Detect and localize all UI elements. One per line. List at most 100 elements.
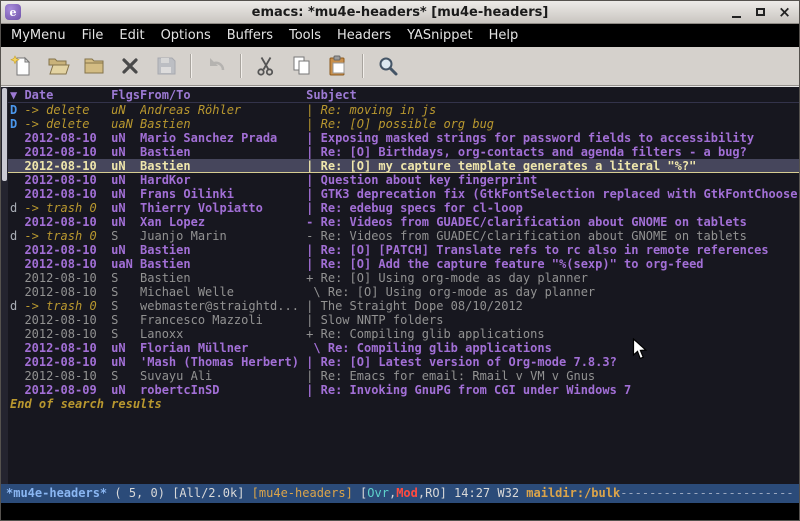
date-cell: 2012-08-10 bbox=[24, 187, 111, 201]
undo-button bbox=[201, 51, 231, 81]
menu-mymenu[interactable]: MyMenu bbox=[3, 24, 74, 47]
message-list: D-> deleteuNAndreas Röhler| Re: moving i… bbox=[1, 103, 799, 397]
mark-cell bbox=[10, 271, 24, 285]
cut-button[interactable] bbox=[251, 51, 281, 81]
message-row[interactable]: 2012-08-10SSuvayu Ali| Re: Emacs for ema… bbox=[1, 369, 799, 383]
minimize-button[interactable] bbox=[726, 4, 747, 21]
menu-buffers[interactable]: Buffers bbox=[219, 24, 281, 47]
tool-bar bbox=[1, 47, 799, 86]
flags-cell: uN bbox=[111, 243, 140, 257]
message-row[interactable]: 2012-08-10uNBastien| Re: [O] my capture … bbox=[1, 159, 799, 173]
echo-area[interactable] bbox=[1, 503, 799, 520]
mark-cell bbox=[10, 355, 24, 369]
date-cell: 2012-08-10 bbox=[24, 341, 111, 355]
mode-line: *mu4e-headers* ( 5, 0) [All/2.0k] [mu4e-… bbox=[1, 484, 799, 503]
from-cell: Bastien bbox=[140, 159, 306, 172]
message-row[interactable]: 2012-08-10uNFrans Oilinki| GTK3 deprecat… bbox=[1, 187, 799, 201]
message-row[interactable]: 2012-08-10uNHardKor| Question about key … bbox=[1, 173, 799, 187]
menu-options[interactable]: Options bbox=[153, 24, 219, 47]
subject-cell: | Re: moving in js bbox=[306, 103, 799, 117]
message-row[interactable]: 2012-08-10uNBastien| Re: [O] Birthdays, … bbox=[1, 145, 799, 159]
mark-cell bbox=[10, 131, 24, 145]
modeline-segment-plain bbox=[244, 484, 251, 503]
open-file-button[interactable] bbox=[43, 51, 73, 81]
menu-headers[interactable]: Headers bbox=[329, 24, 399, 47]
message-row[interactable]: d-> trash 0SJuanjo Marin- Re: Videos fro… bbox=[1, 229, 799, 243]
from-cell: Mario Sanchez Prada bbox=[140, 131, 306, 145]
message-row[interactable]: d-> trash 0Swebmaster@straightd...| The … bbox=[1, 299, 799, 313]
maximize-button[interactable] bbox=[750, 4, 771, 21]
menu-file[interactable]: File bbox=[74, 24, 112, 47]
subject-cell: | Re: [O] possible org bug bbox=[306, 117, 799, 131]
from-cell: Bastien bbox=[140, 117, 306, 131]
flags-cell: uN bbox=[111, 187, 140, 201]
subject-cell: + Re: Compiling glib applications bbox=[306, 327, 799, 341]
minimize-icon bbox=[732, 16, 741, 18]
dired-button[interactable] bbox=[79, 51, 109, 81]
scrollbar[interactable] bbox=[1, 87, 8, 484]
message-row[interactable]: 2012-08-10uN'Mash (Thomas Herbert)| Re: … bbox=[1, 355, 799, 369]
column-header-date[interactable]: Date bbox=[24, 87, 111, 102]
kill-buffer-button[interactable] bbox=[115, 51, 145, 81]
scrollbar-thumb[interactable] bbox=[2, 88, 7, 181]
sort-direction-icon[interactable]: ▼ bbox=[10, 87, 24, 102]
paste-icon bbox=[326, 54, 350, 78]
from-cell: robertcInSD bbox=[140, 383, 306, 397]
date-cell: -> trash 0 bbox=[24, 229, 111, 243]
menu-yasnippet[interactable]: YASnippet bbox=[399, 24, 481, 47]
modeline-segment-cyan: Ovr bbox=[367, 484, 389, 503]
mark-cell bbox=[10, 285, 24, 299]
message-row[interactable]: 2012-08-10uaNBastien| Re: [O] Add the ca… bbox=[1, 257, 799, 271]
message-row[interactable]: 2012-08-10uNXan Lopez- Re: Videos from G… bbox=[1, 215, 799, 229]
maximize-icon bbox=[756, 8, 765, 16]
emacs-window: e emacs: *mu4e-headers* [mu4e-headers] ×… bbox=[0, 0, 800, 521]
message-row[interactable]: 2012-08-10SBastien+ Re: [O] Using org-mo… bbox=[1, 271, 799, 285]
subject-cell: | Re: Invoking GnuPG from CGI under Wind… bbox=[306, 383, 799, 397]
subject-cell: | Re: [O] my capture template generates … bbox=[306, 159, 799, 172]
message-row[interactable]: 2012-08-09uNrobertcInSD| Re: Invoking Gn… bbox=[1, 383, 799, 397]
message-row[interactable]: 2012-08-10uNBastien| Re: [O] [PATCH] Tra… bbox=[1, 243, 799, 257]
message-row[interactable]: d-> trash 0uNThierry Volpiatto| Re: edeb… bbox=[1, 201, 799, 215]
column-header-from[interactable]: From/To bbox=[140, 87, 306, 102]
new-file-icon bbox=[10, 54, 34, 78]
search-icon bbox=[376, 54, 400, 78]
flags-cell: uaN bbox=[111, 117, 140, 131]
flags-cell: S bbox=[111, 271, 140, 285]
modeline-segment-buffer: *mu4e-headers* bbox=[6, 484, 107, 503]
mark-cell bbox=[10, 215, 24, 229]
flags-cell: uN bbox=[111, 159, 140, 172]
search-button[interactable] bbox=[373, 51, 403, 81]
modeline-segment-plain: ( 5, 0) bbox=[107, 484, 172, 503]
close-button[interactable]: × bbox=[774, 4, 795, 21]
subject-cell: | Re: [O] Birthdays, org-contacts and ag… bbox=[306, 145, 799, 159]
menu-tools[interactable]: Tools bbox=[281, 24, 329, 47]
message-row[interactable]: 2012-08-10uNFlorian Müllner \ Re: Compil… bbox=[1, 341, 799, 355]
message-row[interactable]: 2012-08-10SMichael Welle \ Re: [O] Using… bbox=[1, 285, 799, 299]
message-row[interactable]: D-> deleteuaNBastien| Re: [O] possible o… bbox=[1, 117, 799, 131]
flags-cell: S bbox=[111, 369, 140, 383]
menu-edit[interactable]: Edit bbox=[111, 24, 152, 47]
end-of-results: End of search results bbox=[1, 397, 799, 411]
from-cell: Florian Müllner bbox=[140, 341, 306, 355]
copy-button[interactable] bbox=[287, 51, 317, 81]
message-row[interactable]: 2012-08-10SLanoxx+ Re: Compiling glib ap… bbox=[1, 327, 799, 341]
toolbar-separator bbox=[240, 54, 242, 78]
new-file-button[interactable] bbox=[7, 51, 37, 81]
menu-help[interactable]: Help bbox=[481, 24, 527, 47]
save-buffer-button bbox=[151, 51, 181, 81]
column-header-flags[interactable]: Flgs bbox=[111, 87, 140, 102]
subject-cell: | Re: edebug specs for cl-loop bbox=[306, 201, 799, 215]
date-cell: 2012-08-10 bbox=[24, 355, 111, 369]
save-icon bbox=[154, 54, 178, 78]
mark-cell bbox=[10, 383, 24, 397]
column-header-subject[interactable]: Subject bbox=[306, 87, 799, 102]
message-row[interactable]: D-> deleteuNAndreas Röhler| Re: moving i… bbox=[1, 103, 799, 117]
message-row[interactable]: 2012-08-10uNMario Sanchez Prada| Exposin… bbox=[1, 131, 799, 145]
paste-button[interactable] bbox=[323, 51, 353, 81]
flags-cell: S bbox=[111, 285, 140, 299]
modeline-segment-plain: [All/2.0k] bbox=[172, 484, 244, 503]
from-cell: Andreas Röhler bbox=[140, 103, 306, 117]
flags-cell: uN bbox=[111, 131, 140, 145]
modeline-segment-red: Mod bbox=[396, 484, 418, 503]
message-row[interactable]: 2012-08-10SFrancesco Mazzoli| Slow NNTP … bbox=[1, 313, 799, 327]
